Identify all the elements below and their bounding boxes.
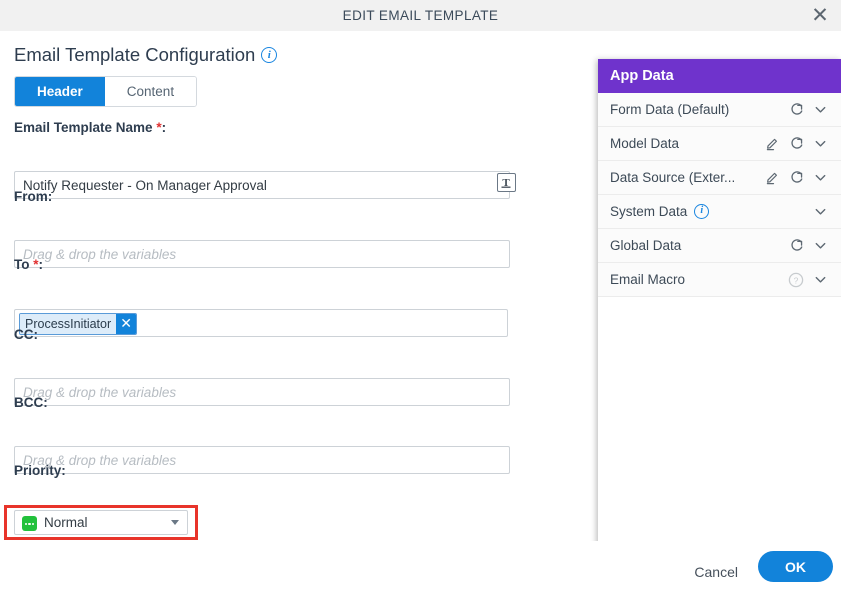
label-colon: :: [43, 395, 48, 410]
label-text: To: [14, 257, 30, 272]
app-data-row-global-data[interactable]: Global Data: [598, 229, 841, 263]
tab-bar: Header Content: [14, 76, 198, 107]
priority-select[interactable]: Normal: [14, 510, 188, 535]
app-data-row-label: Model Data: [610, 136, 680, 151]
app-data-row-label: System Data: [610, 204, 688, 219]
to-label: To *:: [14, 257, 43, 272]
app-data-row-system-data[interactable]: System Data i: [598, 195, 841, 229]
app-data-row-label: Form Data (Default): [610, 102, 730, 117]
close-icon[interactable]: ✕: [807, 3, 833, 29]
remove-chip-icon[interactable]: ✕: [116, 314, 137, 334]
edit-pencil-icon[interactable]: [761, 167, 783, 189]
svg-text:?: ?: [794, 275, 799, 285]
label-colon: :: [38, 257, 44, 272]
chevron-down-icon[interactable]: [809, 269, 831, 291]
app-data-row-label: Email Macro: [610, 272, 686, 287]
refresh-icon[interactable]: [785, 235, 807, 257]
tab-content[interactable]: Content: [104, 77, 197, 106]
label-text: BCC: [14, 395, 44, 410]
dialog-title: EDIT EMAIL TEMPLATE: [342, 8, 499, 23]
chevron-down-icon[interactable]: [171, 520, 179, 525]
priority-normal-icon: [22, 516, 37, 531]
edit-pencil-icon[interactable]: [761, 133, 783, 155]
app-data-panel-title: App Data: [598, 59, 841, 93]
bcc-input[interactable]: [14, 446, 510, 474]
app-data-row-label: Data Source (Exter...: [610, 170, 736, 185]
app-data-row-data-source[interactable]: Data Source (Exter...: [598, 161, 841, 195]
cc-input[interactable]: [14, 378, 510, 406]
chevron-down-icon[interactable]: [809, 133, 831, 155]
email-template-name-label: Email Template Name *:: [14, 120, 166, 135]
tab-header[interactable]: Header: [15, 77, 105, 106]
label-text: Email Template Name: [14, 120, 153, 135]
app-data-row-label: Global Data: [610, 238, 682, 253]
app-data-row-email-macro[interactable]: Email Macro ?: [598, 263, 841, 297]
label-text: Priority: [14, 463, 62, 478]
page-title-text: Email Template Configuration: [14, 44, 256, 65]
cc-label: CC:: [14, 327, 38, 342]
help-icon: ?: [785, 269, 807, 291]
bcc-label: BCC:: [14, 395, 48, 410]
email-template-name-input[interactable]: [14, 171, 510, 199]
label-colon: :: [47, 189, 53, 204]
label-colon: :: [33, 327, 39, 342]
info-icon[interactable]: i: [694, 204, 710, 219]
app-data-row-model-data[interactable]: Model Data: [598, 127, 841, 161]
chevron-down-icon[interactable]: [809, 99, 831, 121]
app-data-panel: App Data Form Data (Default) Model Data: [598, 59, 841, 559]
refresh-icon[interactable]: [785, 167, 807, 189]
cancel-button[interactable]: Cancel: [688, 560, 744, 584]
priority-selected-value: Normal: [44, 515, 88, 530]
chevron-down-icon[interactable]: [809, 235, 831, 257]
dialog-title-bar: EDIT EMAIL TEMPLATE ✕: [0, 0, 841, 32]
to-input[interactable]: ProcessInitiator ✕: [14, 309, 508, 337]
dialog-body: Email Template Configuration i Header Con…: [0, 31, 841, 559]
from-input[interactable]: [14, 240, 510, 268]
chevron-down-icon[interactable]: [809, 201, 831, 223]
label-text: From: [14, 189, 48, 204]
rich-text-toggle-icon[interactable]: T: [497, 173, 516, 192]
refresh-icon[interactable]: [785, 133, 807, 155]
from-label: From:: [14, 189, 52, 204]
label-colon: :: [161, 120, 167, 135]
label-colon: :: [61, 463, 66, 478]
priority-label: Priority:: [14, 463, 66, 478]
chevron-down-icon[interactable]: [809, 167, 831, 189]
app-data-row-form-data[interactable]: Form Data (Default): [598, 93, 841, 127]
page-title: Email Template Configuration i: [14, 44, 278, 66]
label-text: CC: [14, 327, 34, 342]
info-icon[interactable]: i: [261, 47, 278, 63]
dialog-footer: Cancel OK: [0, 541, 841, 591]
ok-button[interactable]: OK: [758, 551, 833, 582]
refresh-icon[interactable]: [785, 99, 807, 121]
